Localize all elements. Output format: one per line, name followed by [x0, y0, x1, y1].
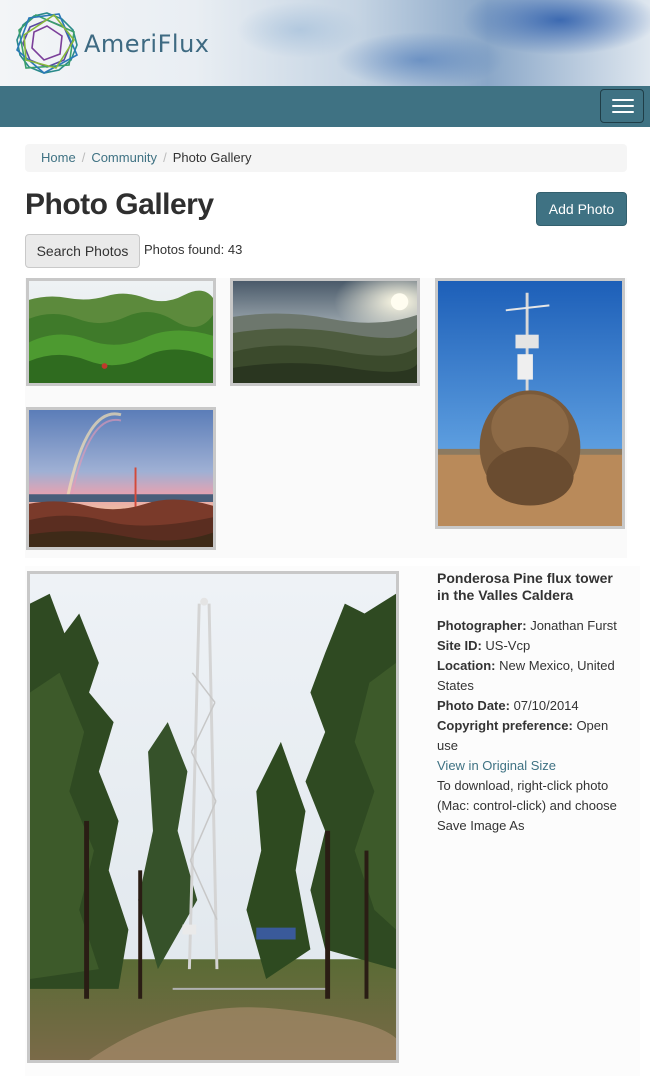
photos-found-count: Photos found: 43 — [144, 242, 243, 257]
site-id-row: Site ID: US-Vcp — [437, 636, 627, 656]
menu-toggle-button[interactable] — [600, 89, 644, 123]
header-banner: AmeriFlux — [0, 0, 650, 86]
breadcrumb: Home / Community / Photo Gallery — [25, 144, 627, 172]
gallery-thumbnail[interactable] — [435, 278, 625, 529]
photographer-value: Jonathan Furst — [530, 618, 617, 633]
site-name[interactable]: AmeriFlux — [84, 30, 209, 58]
sunset-valley-image — [233, 281, 417, 383]
view-original-size-link[interactable]: View in Original Size — [437, 758, 556, 773]
hamburger-menu-icon — [612, 105, 634, 107]
gallery-thumbnail[interactable] — [26, 278, 216, 386]
breadcrumb-home[interactable]: Home — [41, 150, 76, 165]
location-label: Location: — [437, 658, 496, 673]
ponderosa-pine-tower-image — [30, 574, 396, 1060]
ameriflux-logo-icon[interactable] — [14, 10, 80, 76]
download-note: To download, right-click photo (Mac: con… — [437, 778, 617, 833]
hamburger-menu-icon — [612, 99, 634, 101]
photographer-row: Photographer: Jonathan Furst — [437, 616, 627, 636]
photo-info: Ponderosa Pine flux tower in the Valles … — [437, 570, 627, 836]
search-photos-button[interactable]: Search Photos — [25, 234, 140, 268]
breadcrumb-community[interactable]: Community — [91, 150, 157, 165]
breadcrumb-current: Photo Gallery — [172, 150, 252, 165]
photo-title: Ponderosa Pine flux tower in the Valles … — [437, 570, 613, 603]
copyright-row: Copyright preference: Open use — [437, 716, 627, 756]
photo-date-value: 07/10/2014 — [513, 698, 579, 713]
site-id-value: US-Vcp — [485, 638, 531, 653]
copyright-label: Copyright preference: — [437, 718, 573, 733]
page-title: Photo Gallery — [25, 188, 214, 221]
photo-date-row: Photo Date: 07/10/2014 — [437, 696, 627, 716]
photographer-label: Photographer: — [437, 618, 527, 633]
navbar — [0, 86, 650, 127]
gallery-thumbnail[interactable] — [230, 278, 420, 386]
tower-tumbleweed-image — [438, 281, 622, 526]
add-photo-button[interactable]: Add Photo — [536, 192, 627, 226]
photo-date-label: Photo Date: — [437, 698, 510, 713]
site-id-label: Site ID: — [437, 638, 482, 653]
hamburger-menu-icon — [612, 111, 634, 113]
rainbow-forest-image — [29, 410, 213, 547]
selected-photo[interactable] — [27, 571, 399, 1063]
breadcrumb-separator: / — [163, 150, 167, 165]
forest-canopy-image — [29, 281, 213, 383]
breadcrumb-separator: / — [81, 150, 86, 165]
gallery-thumbnail[interactable] — [26, 407, 216, 550]
location-row: Location: New Mexico, United States — [437, 656, 627, 696]
